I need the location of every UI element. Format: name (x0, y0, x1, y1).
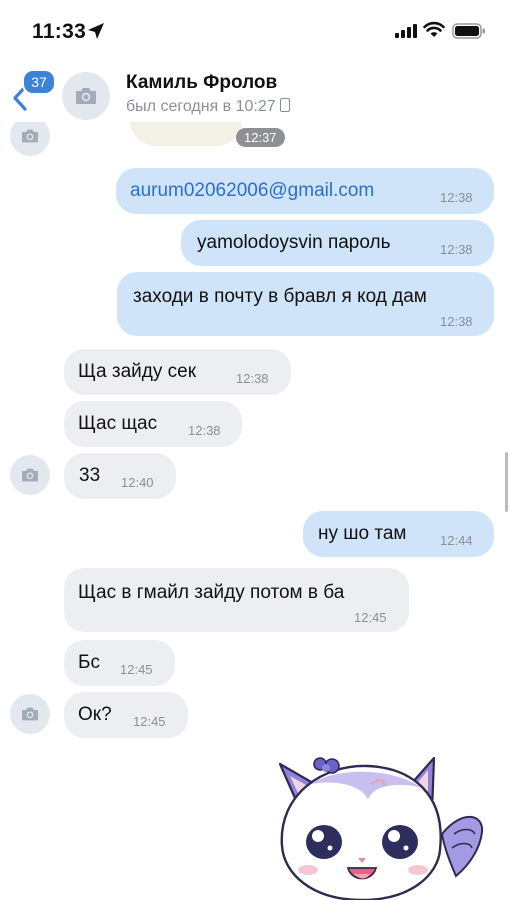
message-time: 12:44 (440, 533, 473, 548)
status-bar: 11:33 (0, 0, 510, 60)
battery-icon (452, 23, 485, 39)
message-bubble-incoming[interactable]: Щас в гмайл зайду потом в ба 12:45 (64, 568, 409, 632)
message-time: 12:38 (236, 371, 269, 386)
wifi-icon (423, 21, 445, 37)
camera-icon (76, 88, 96, 104)
contact-avatar[interactable] (62, 72, 110, 120)
message-time: 12:38 (440, 190, 473, 205)
location-arrow-icon (88, 23, 104, 39)
last-seen-status: был сегодня в 10:27 (126, 98, 290, 116)
message-text: 33 (79, 465, 101, 486)
contact-name[interactable]: Камиль Фролов (126, 72, 277, 94)
message-bubble-outgoing[interactable]: ну шо там 12:44 (303, 511, 494, 557)
phone-icon (279, 98, 290, 112)
scroll-indicator[interactable] (505, 452, 508, 512)
message-text: Ща зайду сек (78, 361, 197, 382)
cellular-signal-icon (395, 24, 417, 38)
sender-avatar[interactable] (10, 122, 50, 156)
message-bubble-incoming[interactable]: Ок? 12:45 (64, 692, 188, 738)
message-time: 12:45 (120, 662, 153, 677)
message-bubble-incoming[interactable]: Щас щас 12:38 (64, 401, 242, 447)
sticker-image[interactable] (130, 122, 242, 146)
message-time: 12:38 (440, 242, 473, 257)
message-time: 12:45 (133, 714, 166, 729)
status-time: 11:33 (32, 20, 87, 43)
chat-header: 37 Камиль Фролов был сегодня в 10:27 (0, 60, 510, 122)
message-text: заходи в почту в бравл я код дам (133, 286, 427, 307)
message-bubble-outgoing[interactable]: заходи в почту в бравл я код дам 12:38 (117, 272, 494, 336)
sticker-timestamp: 12:37 (236, 128, 285, 147)
message-text: Бс (78, 652, 100, 673)
message-bubble-incoming[interactable]: Ща зайду сек 12:38 (64, 349, 291, 395)
message-bubble-outgoing[interactable]: aurum02062006@gmail.com 12:38 (116, 168, 494, 214)
camera-icon (22, 129, 38, 143)
sender-avatar[interactable] (10, 455, 50, 495)
message-time: 12:38 (440, 314, 473, 329)
message-time: 12:40 (121, 475, 154, 490)
message-bubble-incoming[interactable]: Бс 12:45 (64, 640, 175, 686)
message-text: Ок? (78, 704, 112, 725)
unread-count-badge[interactable]: 37 (22, 69, 56, 95)
message-text: Щас в гмайл зайду потом в ба (78, 582, 345, 603)
last-seen-text: был сегодня в 10:27 (126, 98, 276, 115)
message-bubble-incoming[interactable]: 33 12:40 (64, 453, 176, 499)
message-time: 12:38 (188, 423, 221, 438)
message-text: ну шо там (318, 523, 407, 544)
chat-area[interactable]: 12:37 aurum02062006@gmail.com 12:38 yamo… (0, 122, 510, 900)
message-text: yamolodoysvin пароль (197, 232, 391, 253)
message-text: Щас щас (78, 413, 158, 434)
camera-icon (22, 707, 38, 721)
message-bubble-outgoing[interactable]: yamolodoysvin пароль 12:38 (181, 220, 494, 266)
sender-avatar[interactable] (10, 694, 50, 734)
camera-icon (22, 468, 38, 482)
message-time: 12:45 (354, 610, 387, 625)
message-text-link[interactable]: aurum02062006@gmail.com (130, 180, 374, 202)
cat-sticker-image[interactable] (272, 754, 492, 900)
